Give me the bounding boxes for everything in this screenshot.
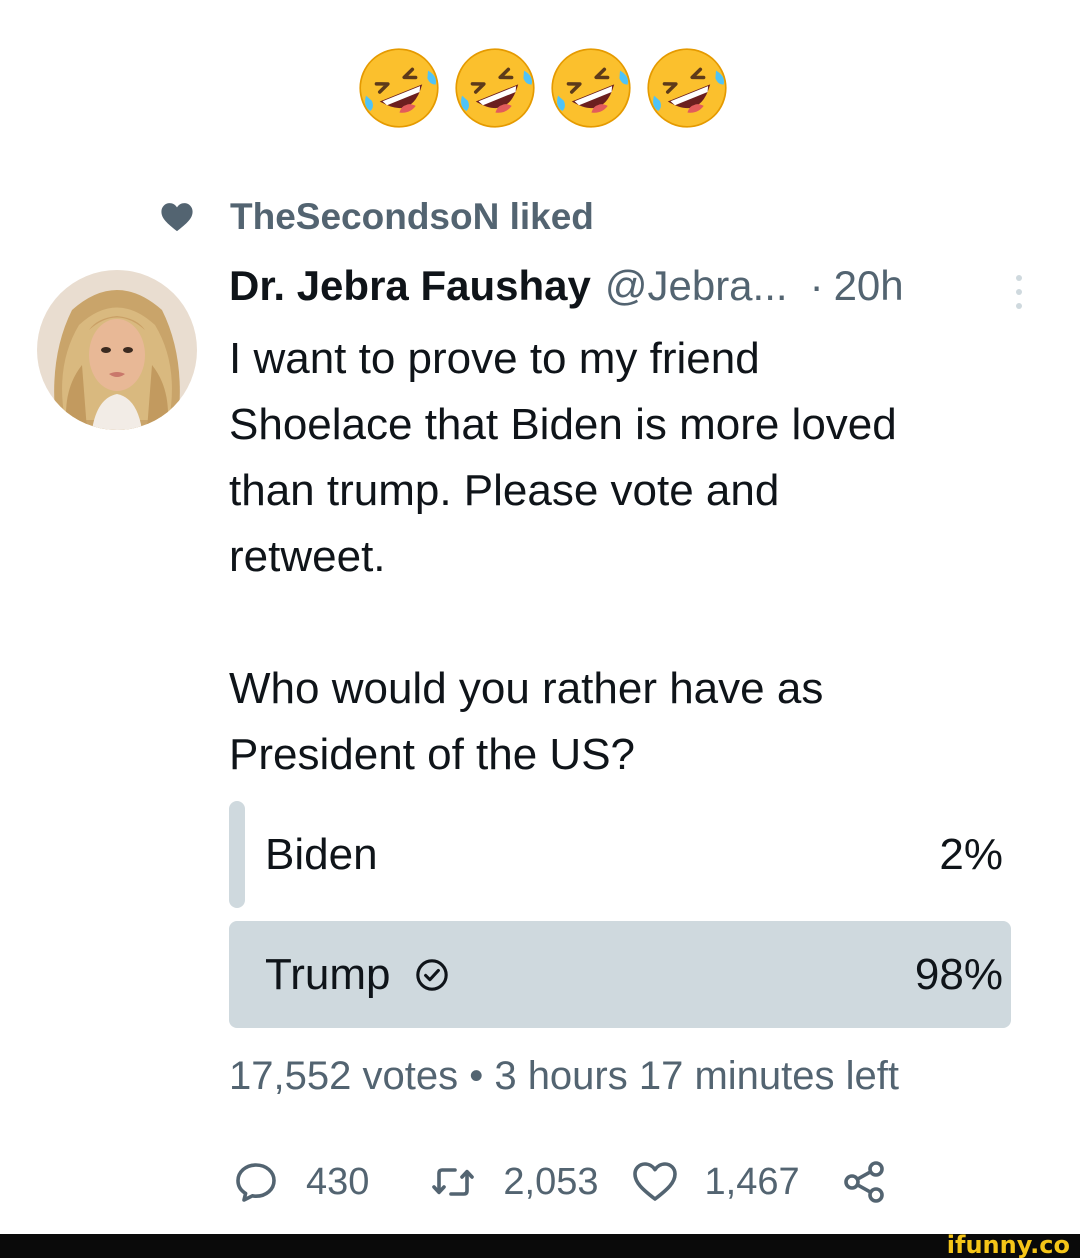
like-button[interactable]: 1,467	[631, 1158, 800, 1206]
avatar-image	[37, 270, 197, 430]
reply-icon	[236, 1163, 276, 1202]
tweet-text-blank-line	[229, 590, 1029, 656]
heart-filled-icon	[161, 203, 193, 232]
author-handle[interactable]: @Jebra...	[605, 262, 788, 310]
tweet-header: Dr. Jebra Faushay @Jebra... · 20h	[229, 262, 904, 310]
laughing-tears-emoji-icon	[359, 48, 439, 128]
poll-meta-bullet: •	[469, 1054, 484, 1098]
tweet-text-line: I want to prove to my friend	[229, 334, 760, 383]
tweet-text-line: retweet.	[229, 532, 386, 581]
poll-option-percent: 2%	[939, 829, 1003, 879]
tweet-actions: 430 2,053 1,467	[232, 1158, 888, 1206]
poll-meta: 17,552 votes • 3 hours 17 minutes left	[229, 1054, 899, 1099]
more-options-icon[interactable]	[1012, 272, 1026, 312]
tweet-text-line: President of the US?	[229, 730, 636, 779]
laughing-tears-emoji-icon	[455, 48, 535, 128]
poll-option-biden: Biden 2%	[229, 801, 1027, 908]
share-button[interactable]	[840, 1158, 888, 1206]
tweet-time[interactable]: 20h	[834, 262, 904, 310]
social-context: TheSecondsoN liked	[160, 196, 594, 238]
author-avatar[interactable]	[37, 270, 197, 430]
author-name[interactable]: Dr. Jebra Faushay	[229, 262, 591, 310]
poll-time-left: 3 hours 17 minutes left	[494, 1054, 899, 1098]
reply-count: 430	[306, 1160, 370, 1203]
poll-vote-count: 17,552 votes	[229, 1054, 459, 1098]
header-separator: ·	[809, 262, 824, 309]
reply-button[interactable]: 430	[232, 1158, 369, 1206]
like-count: 1,467	[704, 1160, 800, 1203]
retweet-count: 2,053	[503, 1160, 599, 1203]
watermark-bar: ifunny.co	[0, 1231, 1080, 1259]
tweet-text: I want to prove to my friend Shoelace th…	[229, 326, 1029, 788]
poll-option-percent: 98%	[914, 949, 1003, 999]
poll-option-trump: Trump 98%	[229, 921, 1027, 1028]
share-icon	[843, 1161, 884, 1203]
emoji-row	[355, 44, 731, 132]
social-context-text[interactable]: TheSecondsoN liked	[230, 196, 594, 238]
poll-option-label: Trump	[265, 950, 449, 1000]
laughing-tears-emoji-icon	[551, 48, 631, 128]
tweet-text-line: Who would you rather have as	[229, 664, 824, 713]
poll-option-text: Trump	[265, 949, 391, 999]
retweet-button[interactable]: 2,053	[429, 1158, 599, 1206]
tweet-text-line: than trump. Please vote and	[229, 466, 780, 515]
retweet-icon	[432, 1168, 475, 1196]
poll-result-bar	[229, 801, 245, 908]
poll-option-label: Biden	[265, 830, 378, 880]
check-circle-icon	[415, 958, 448, 991]
heart-outline-icon	[632, 1162, 677, 1201]
watermark-logo: ifunny.co	[946, 1231, 1070, 1259]
tweet-text-line: Shoelace that Biden is more loved	[229, 400, 897, 449]
laughing-tears-emoji-icon	[647, 48, 727, 128]
poll-option-text: Biden	[265, 829, 378, 879]
